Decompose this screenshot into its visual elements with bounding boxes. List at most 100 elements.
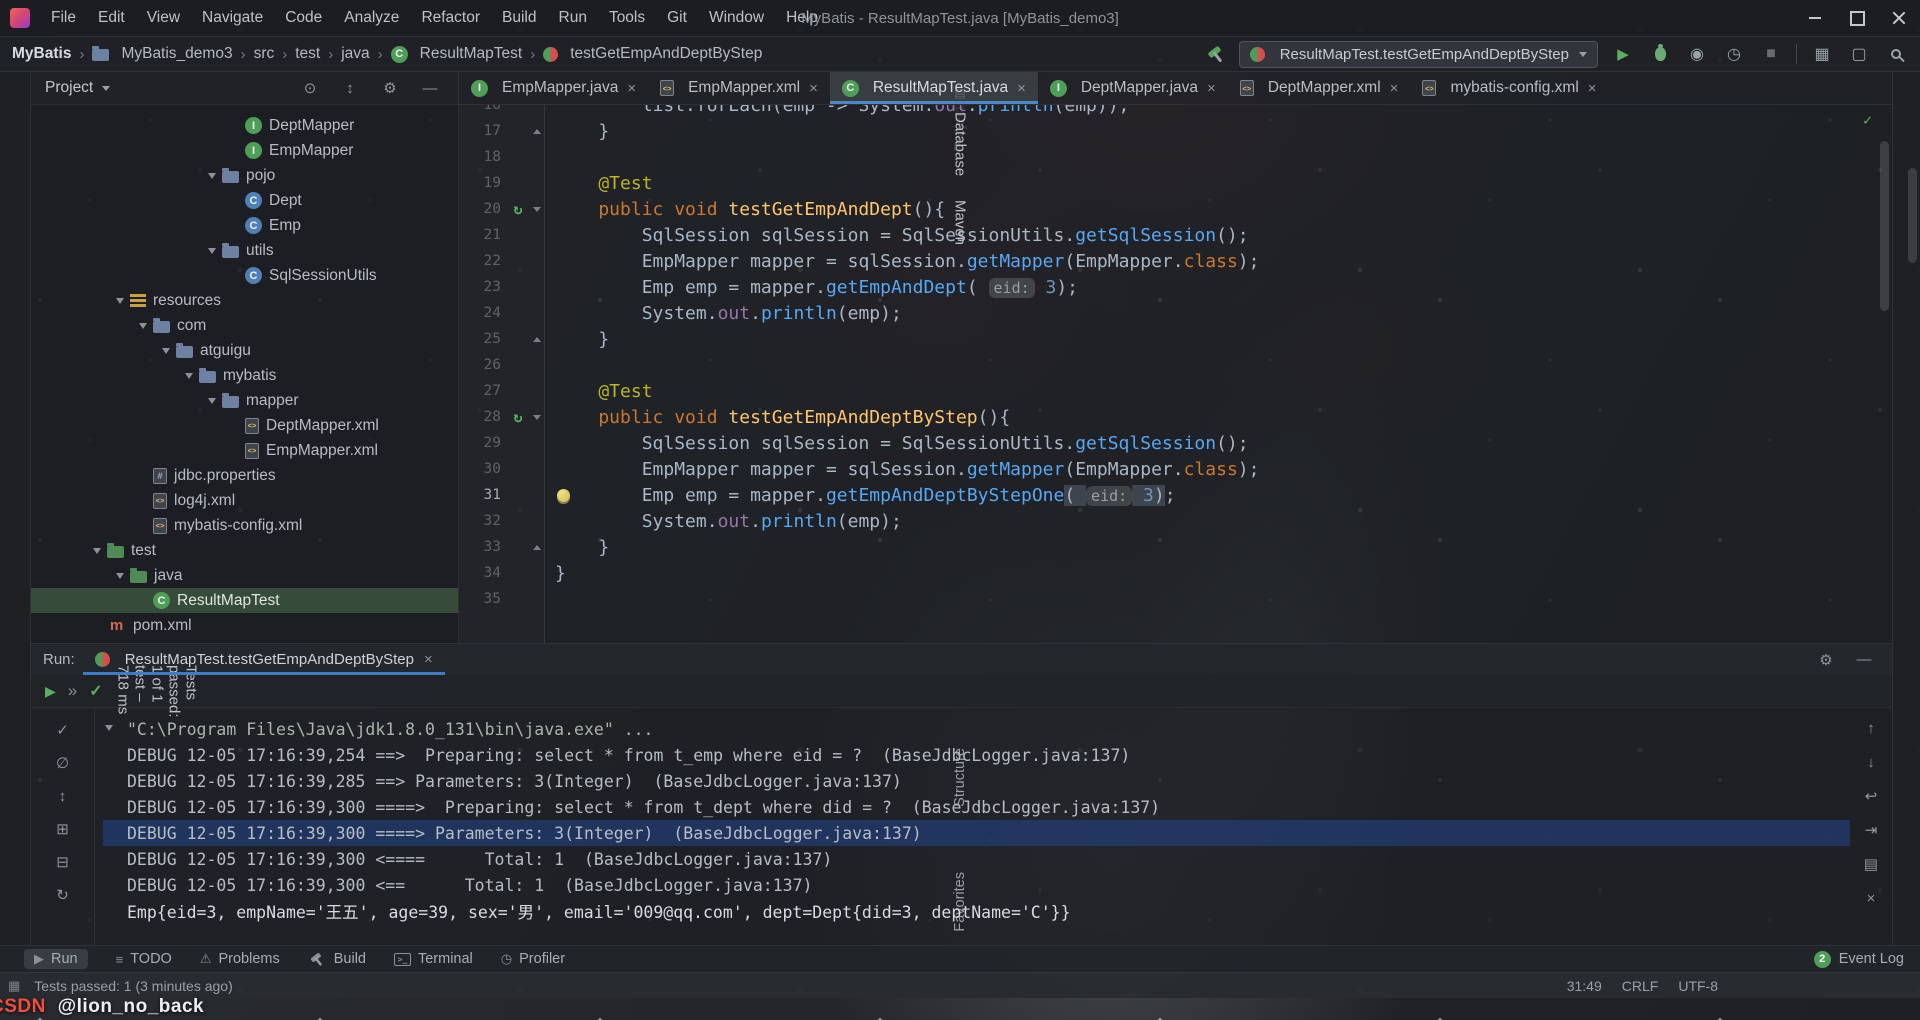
tree-item-pom-xml[interactable]: mpom.xml (31, 613, 458, 638)
tool-button-profiler[interactable]: ◷Profiler (501, 951, 565, 967)
tree-item-test[interactable]: test (31, 538, 458, 563)
tab-mybatis-config-xml[interactable]: <>mybatis-config.xml× (1410, 72, 1608, 104)
menu-navigate[interactable]: Navigate (191, 0, 274, 36)
run-tab[interactable]: ResultMapTest.testGetEmpAndDeptByStep × (83, 644, 445, 675)
tree-item-jdbc-properties[interactable]: #jdbc.properties (31, 463, 458, 488)
tree-item-resources[interactable]: resources (31, 288, 458, 313)
chevron-down-icon[interactable] (202, 388, 222, 413)
run-button[interactable]: ▶ (1611, 42, 1635, 66)
console-line-7[interactable]: DEBUG 12-05 17:16:39,300 <== Total: 1 (B… (103, 872, 1850, 898)
tool-window-switcher-icon[interactable]: ▦ (8, 978, 20, 994)
tool-button-run[interactable]: ▶Run (24, 949, 88, 969)
debug-button[interactable] (1648, 42, 1672, 66)
console-line-8[interactable]: Emp{eid=3, empName='王五', age=39, sex='男'… (103, 898, 1850, 924)
close-tab-icon[interactable]: × (809, 80, 818, 97)
chevron-down-icon[interactable] (179, 363, 199, 388)
tool-button-build[interactable]: Build (308, 950, 366, 969)
tree-item-sqlsessionutils[interactable]: CSqlSessionUtils (31, 263, 458, 288)
menu-edit[interactable]: Edit (87, 0, 136, 36)
chevron-down-icon[interactable] (156, 338, 176, 363)
menu-file[interactable]: File (40, 0, 87, 36)
rerun-tests-icon[interactable]: ▶ (45, 683, 56, 700)
tab-deptmapper-java[interactable]: IDeptMapper.java× (1038, 72, 1228, 104)
breadcrumb-src[interactable]: src (254, 45, 275, 63)
console-line-2[interactable]: DEBUG 12-05 17:16:39,254 ==> Preparing: … (103, 742, 1850, 768)
console-line-4[interactable]: DEBUG 12-05 17:16:39,300 ====> Preparing… (103, 794, 1850, 820)
status-widget-crlf[interactable]: CRLF (1622, 978, 1659, 994)
maximize-button[interactable] (1836, 0, 1878, 36)
tree-item-deptmapper-xml[interactable]: <>DeptMapper.xml (31, 413, 458, 438)
breadcrumb-mybatis[interactable]: MyBatis (12, 45, 71, 63)
minimize-button[interactable] (1794, 0, 1836, 36)
chevron-down-icon[interactable] (87, 538, 107, 563)
chevron-down-icon[interactable] (133, 313, 153, 338)
tool-button-maven[interactable]: Maven (0, 200, 1920, 245)
tab-empmapper-java[interactable]: IEmpMapper.java× (459, 72, 648, 104)
tab-empmapper-xml[interactable]: <>EmpMapper.xml× (648, 72, 830, 104)
scroll-to-end-icon[interactable]: ⇥ (1861, 820, 1881, 840)
console-line-6[interactable]: DEBUG 12-05 17:16:39,300 <==== Total: 1 … (103, 846, 1850, 872)
profiler-button[interactable]: ◷ (1722, 42, 1746, 66)
search-everywhere-icon[interactable] (1884, 42, 1908, 66)
tree-item-mapper[interactable]: mapper (31, 388, 458, 413)
rerun-failed-icon[interactable]: » (68, 681, 77, 701)
scroll-up-icon[interactable]: ↑ (1861, 718, 1881, 738)
event-log-button[interactable]: 2 Event Log (1814, 951, 1904, 968)
print-icon[interactable]: ▤ (1861, 854, 1881, 874)
run-config-dropdown[interactable]: ResultMapTest.testGetEmpAndDeptByStep (1239, 41, 1598, 68)
chevron-down-icon[interactable] (110, 563, 130, 588)
console-line-3[interactable]: DEBUG 12-05 17:16:39,285 ==> Parameters:… (103, 768, 1850, 794)
menu-run[interactable]: Run (548, 0, 598, 36)
tool-button-database[interactable]: Database (0, 112, 1920, 176)
tree-item-atguigu[interactable]: atguigu (31, 338, 458, 363)
tree-item-resultmaptest[interactable]: CResultMapTest (31, 588, 458, 613)
menu-code[interactable]: Code (274, 0, 333, 36)
breadcrumb-resultmaptest[interactable]: CResultMapTest (391, 45, 523, 63)
fold-marker[interactable] (529, 415, 545, 420)
fold-console-icon[interactable] (105, 725, 113, 731)
tool-windows-button[interactable]: ▦ (1810, 42, 1834, 66)
menu-git[interactable]: Git (656, 0, 698, 36)
layout-button[interactable]: ▢ (1847, 42, 1871, 66)
show-passed-icon[interactable]: ✓ (53, 720, 73, 740)
breadcrumb-java[interactable]: java (341, 45, 369, 63)
tree-item-mybatis[interactable]: mybatis (31, 363, 458, 388)
settings-gear-icon[interactable]: ⚙ (1816, 650, 1836, 670)
close-tab-icon[interactable]: × (1207, 80, 1216, 97)
tree-item-empmapper-xml[interactable]: <>EmpMapper.xml (31, 438, 458, 463)
tree-item-java[interactable]: java (31, 563, 458, 588)
menu-build[interactable]: Build (491, 0, 547, 36)
menu-view[interactable]: View (136, 0, 191, 36)
menu-analyze[interactable]: Analyze (333, 0, 410, 36)
close-tab-icon[interactable]: × (1588, 80, 1597, 97)
close-tab-icon[interactable]: × (424, 651, 433, 668)
coverage-button[interactable]: ◉ (1685, 42, 1709, 66)
fold-marker[interactable] (529, 545, 545, 550)
menu-refactor[interactable]: Refactor (410, 0, 491, 36)
tool-button-todo[interactable]: ≡TODO (116, 951, 172, 967)
build-hammer-icon[interactable] (1207, 45, 1226, 64)
breadcrumb-test[interactable]: test (295, 45, 320, 63)
tree-item-com[interactable]: com (31, 313, 458, 338)
status-widget-31-49[interactable]: 31:49 (1567, 978, 1602, 994)
collapse-all-icon[interactable]: ⊟ (53, 852, 73, 872)
tool-button-problems[interactable]: ⚠Problems (200, 951, 280, 967)
tree-item-log4j-xml[interactable]: <>log4j.xml (31, 488, 458, 513)
intention-bulb-icon[interactable] (557, 489, 570, 502)
breadcrumb-mybatis-demo3[interactable]: MyBatis_demo3 (92, 45, 232, 63)
close-tab-icon[interactable]: × (627, 80, 636, 97)
chevron-down-icon[interactable] (110, 288, 130, 313)
fold-marker[interactable] (529, 337, 545, 342)
close-tab-icon[interactable]: × (1017, 80, 1026, 97)
breadcrumb-testgetempanddeptbystep[interactable]: testGetEmpAndDeptByStep (543, 45, 762, 63)
hide-panel-icon[interactable]: — (1854, 650, 1874, 670)
console-output[interactable]: "C:\Program Files\Java\jdk1.8.0_131\bin\… (95, 708, 1850, 945)
run-test-gutter-icon[interactable]: ↻ (507, 408, 529, 426)
expand-all-icon[interactable]: ⊞ (53, 819, 73, 839)
close-tab-icon[interactable]: × (1390, 80, 1399, 97)
status-widget-utf-8[interactable]: UTF-8 (1678, 978, 1718, 994)
tab-deptmapper-xml[interactable]: <>DeptMapper.xml× (1228, 72, 1411, 104)
console-line-1[interactable]: "C:\Program Files\Java\jdk1.8.0_131\bin\… (103, 716, 1850, 742)
console-line-5[interactable]: DEBUG 12-05 17:16:39,300 ====> Parameter… (103, 820, 1850, 846)
menu-tools[interactable]: Tools (598, 0, 656, 36)
